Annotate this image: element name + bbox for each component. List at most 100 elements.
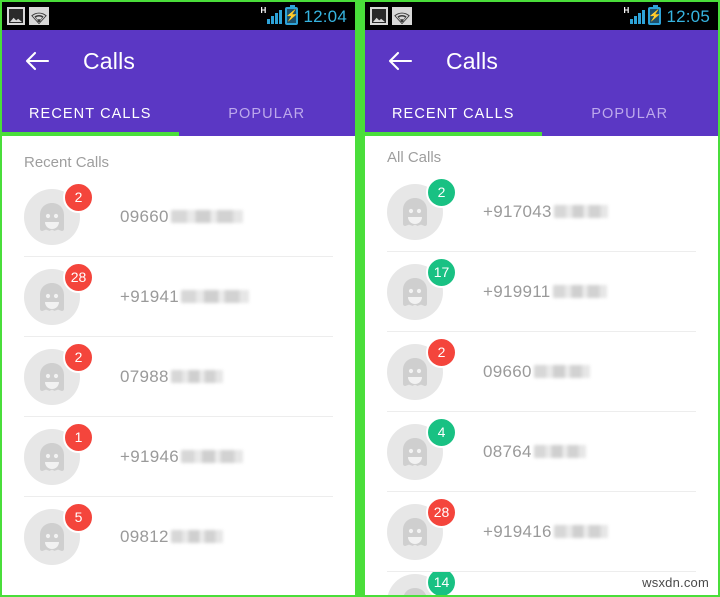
call-count-badge: 4 — [426, 416, 457, 448]
phone-number-text: +91946 — [120, 446, 180, 466]
tab-popular[interactable]: POPULAR — [542, 92, 719, 136]
phone-number-text: 09660 — [120, 206, 169, 226]
phone-number-text: +917043 — [483, 201, 552, 221]
phone-number: +91941 — [120, 286, 250, 307]
avatar: 14 — [387, 572, 457, 595]
tab-recent-calls[interactable]: RECENT CALLS — [2, 92, 179, 136]
screenshot-icon — [7, 7, 25, 25]
call-count-badge: 2 — [426, 336, 457, 368]
signal-icon: H — [623, 6, 646, 24]
status-bar-right: H ⚡ 12:05 — [365, 2, 718, 30]
phone-number: +917043 — [483, 202, 608, 222]
tab-recent-calls[interactable]: RECENT CALLS — [365, 92, 542, 136]
signal-icon: H — [260, 6, 283, 24]
list-item[interactable]: 28 +91941 — [2, 257, 355, 336]
phone-number-text: 08764 — [483, 441, 532, 461]
list-item[interactable]: 17 +919911 — [365, 252, 718, 331]
phone-number: +919911 — [483, 282, 607, 302]
phone-number-text: 07988 — [120, 366, 169, 386]
phone-number-text: +919911 — [483, 281, 551, 301]
page-title: Calls — [446, 47, 499, 74]
call-count-badge: 28 — [426, 496, 457, 528]
phone-number: 07988 — [120, 367, 223, 387]
app-bar-left: Calls RECENT CALLS POPULAR — [2, 30, 355, 136]
page-title: Calls — [83, 47, 136, 74]
redacted-digits — [170, 370, 223, 383]
avatar: 2 — [24, 181, 94, 245]
wifi-icon — [29, 7, 49, 25]
list-item[interactable]: 2 +917043 — [365, 172, 718, 251]
network-type-label: H — [260, 6, 267, 15]
phone-number: 09812 — [120, 527, 223, 547]
call-count-badge: 2 — [63, 181, 94, 213]
status-bar-clock: 12:05 — [666, 6, 710, 26]
list-item[interactable]: 4 08764 — [365, 412, 718, 491]
tab-bar-right: RECENT CALLS POPULAR — [365, 92, 718, 136]
battery-charging-icon: ⚡ — [285, 5, 299, 25]
call-count-badge: 2 — [426, 176, 457, 208]
phone-number: +91946 — [120, 446, 244, 467]
wifi-icon — [392, 7, 412, 25]
call-count-badge: 1 — [63, 421, 94, 453]
section-header: Recent Calls — [24, 154, 110, 171]
call-count-badge: 2 — [63, 341, 94, 373]
tab-popular-label: POPULAR — [228, 106, 306, 122]
comparison-screenshot: H ⚡ 12:04 Calls RECENT CALLS POPULAR Rec… — [0, 0, 720, 597]
status-bar-clock: 12:04 — [303, 6, 347, 26]
status-bar-left: H ⚡ 12:04 — [2, 2, 355, 30]
avatar: 28 — [387, 496, 457, 560]
back-arrow-icon[interactable] — [387, 48, 413, 74]
list-item[interactable]: 5 09812 — [2, 497, 355, 576]
list-rows-left: 2 09660 28 +91941 2 07988 1 +91946 5 09812 — [2, 177, 355, 576]
back-arrow-icon[interactable] — [24, 48, 50, 74]
tab-recent-calls-label: RECENT CALLS — [391, 106, 515, 122]
phone-number: 09660 — [120, 207, 243, 227]
call-count-badge: 28 — [63, 261, 94, 293]
phone-number: 08764 — [483, 442, 586, 462]
redacted-digits — [170, 530, 223, 543]
redacted-digits — [181, 290, 250, 303]
tab-popular[interactable]: POPULAR — [179, 92, 356, 136]
watermark: wsxdn.com — [639, 574, 712, 591]
call-count-badge: 17 — [426, 256, 457, 288]
call-count-badge: 14 — [426, 572, 457, 595]
list-item[interactable]: 2 09660 — [2, 177, 355, 256]
redacted-digits — [181, 450, 244, 463]
app-bar-right: Calls RECENT CALLS POPULAR — [365, 30, 718, 136]
redacted-digits — [533, 365, 590, 378]
call-count-badge: 5 — [63, 501, 94, 533]
list-item[interactable]: 1 +91946 — [2, 417, 355, 496]
tab-popular-label: POPULAR — [591, 106, 669, 122]
redacted-digits — [170, 210, 243, 223]
redacted-digits — [533, 445, 586, 458]
list-rows-right: 2 +917043 17 +919911 2 09660 4 08764 28 +919416 14 — [365, 172, 718, 595]
phone-number: 09660 — [483, 362, 590, 382]
battery-charging-icon: ⚡ — [648, 5, 662, 25]
avatar: 17 — [387, 256, 457, 320]
phone-screenshot-left: H ⚡ 12:04 Calls RECENT CALLS POPULAR Rec… — [0, 0, 357, 597]
list-item[interactable]: 2 09660 — [365, 332, 718, 411]
call-list-right[interactable]: All Calls 2 +917043 17 +919911 2 09660 4 08764 2… — [365, 136, 718, 595]
phone-number-text: +91941 — [120, 286, 180, 306]
redacted-digits — [553, 525, 608, 538]
status-bar-left-icons — [7, 7, 49, 25]
list-item[interactable]: 2 07988 — [2, 337, 355, 416]
network-type-label: H — [623, 6, 630, 15]
status-bar-right-icons: H ⚡ 12:04 — [260, 5, 350, 26]
section-header: All Calls — [387, 149, 442, 166]
avatar: 5 — [24, 501, 94, 565]
phone-number-text: +919416 — [483, 521, 552, 541]
avatar: 2 — [24, 341, 94, 405]
list-item[interactable]: 28 +919416 — [365, 492, 718, 571]
redacted-digits — [553, 205, 608, 218]
call-list-left[interactable]: Recent Calls 2 09660 28 +91941 2 07988 1 +91946… — [2, 136, 355, 595]
tab-recent-calls-label: RECENT CALLS — [28, 106, 152, 122]
avatar: 28 — [24, 261, 94, 325]
tab-bar-left: RECENT CALLS POPULAR — [2, 92, 355, 136]
avatar: 1 — [24, 421, 94, 485]
avatar: 4 — [387, 416, 457, 480]
avatar: 2 — [387, 176, 457, 240]
phone-number: +919416 — [483, 522, 608, 542]
app-bar-top-left: Calls — [2, 30, 355, 92]
phone-number-text: 09812 — [120, 526, 169, 546]
